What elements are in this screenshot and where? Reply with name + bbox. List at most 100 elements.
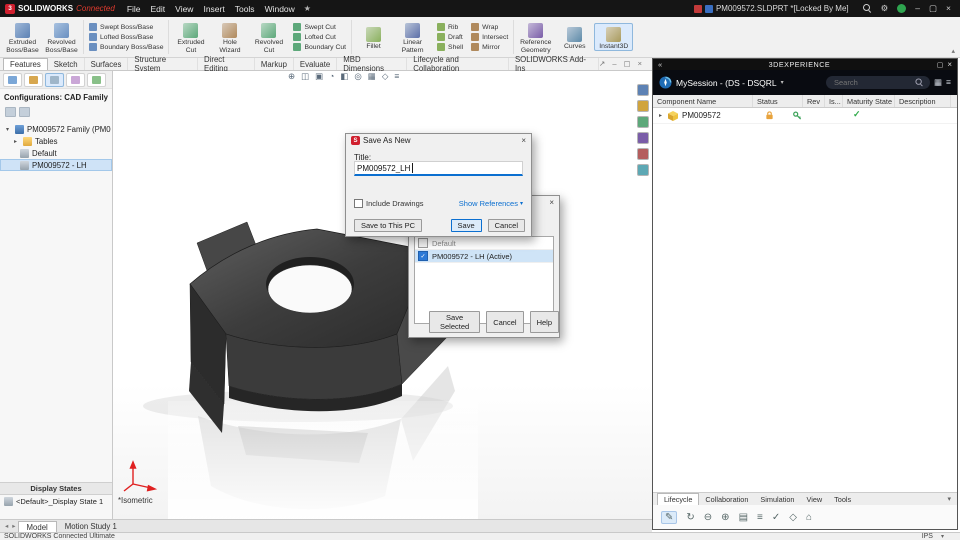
panel-tab[interactable]: Simulation <box>754 493 800 505</box>
panel-tab[interactable] <box>87 73 106 87</box>
ribbon-button[interactable]: Swept Boss/Base <box>89 23 163 31</box>
panel-maximize-icon[interactable]: ▢ <box>937 61 944 69</box>
lifecycle-tool-icon[interactable]: ◇ <box>789 512 797 523</box>
document-window-control-icon[interactable]: ↗ <box>599 59 605 68</box>
tree-item-tables[interactable]: ▸ Tables <box>0 135 112 147</box>
document-window-control-icon[interactable]: × <box>638 59 642 68</box>
ribbon-tab[interactable]: Direct Editing <box>198 58 255 70</box>
ribbon-tab[interactable]: Features <box>3 58 48 70</box>
column-header[interactable]: Rev <box>803 95 825 107</box>
model-tab[interactable]: Motion Study 1 <box>57 521 125 533</box>
ribbon-tab[interactable]: Lifecycle and Collaboration <box>407 58 509 70</box>
ribbon-button[interactable]: Draft <box>437 33 463 41</box>
grid-apps-icon[interactable]: ▦ <box>934 78 942 87</box>
ribbon-tab[interactable]: MBD Dimensions <box>337 58 407 70</box>
panel-tab[interactable] <box>24 73 43 87</box>
view-tool-icon[interactable]: ◫ <box>301 72 309 81</box>
collapse-panel-icon[interactable]: « <box>658 60 662 69</box>
ribbon-tab[interactable]: Evaluate <box>294 58 337 70</box>
display-state-item[interactable]: <Default>_Display State 1 <box>0 495 112 508</box>
ribbon-button[interactable]: Intersect <box>471 33 508 41</box>
ribbon-button[interactable]: Rib <box>437 23 463 31</box>
lifecycle-tool-icon[interactable]: ⌂ <box>806 512 812 523</box>
menu-icon[interactable]: ≡ <box>946 78 951 87</box>
save-selected-button[interactable]: Save Selected <box>429 311 480 333</box>
status-dropdown-icon[interactable]: ▾ <box>941 533 944 540</box>
search-box[interactable] <box>826 76 930 89</box>
configuration-list-item[interactable]: Default <box>415 237 553 250</box>
ribbon-tab[interactable]: Markup <box>255 58 294 70</box>
lifecycle-tool-icon[interactable]: ⊕ <box>721 512 729 523</box>
view-tool-icon[interactable]: ◧ <box>340 72 348 81</box>
panel-tab[interactable]: Tools <box>828 493 857 505</box>
close-icon[interactable]: × <box>549 199 554 207</box>
task-pane-tab-icon[interactable] <box>637 164 649 176</box>
column-header[interactable]: Description <box>895 95 951 107</box>
ribbon-collapse-icon[interactable]: ▴ <box>951 47 955 55</box>
cancel-button[interactable]: Cancel <box>486 311 523 333</box>
close-button[interactable]: × <box>946 4 951 13</box>
3dexperience-compass-icon[interactable] <box>659 76 672 89</box>
ribbon-button[interactable]: Boundary Boss/Base <box>89 43 163 51</box>
checkbox-checked[interactable]: ✓ <box>418 251 428 261</box>
task-pane-tab-icon[interactable] <box>637 148 649 160</box>
column-header[interactable]: Maturity State <box>843 95 895 107</box>
menu-item[interactable]: Insert <box>198 4 229 14</box>
model-tab[interactable]: Model <box>18 521 57 533</box>
task-pane-tab-icon[interactable] <box>637 84 649 96</box>
units-indicator[interactable]: IPS <box>922 533 933 540</box>
lifecycle-tool-icon[interactable]: ↻ <box>686 512 694 523</box>
include-drawings-option[interactable]: Include Drawings <box>354 199 424 208</box>
close-icon[interactable]: × <box>521 137 526 145</box>
expand-icon[interactable]: ▸ <box>14 138 20 145</box>
panel-tab[interactable] <box>66 73 85 87</box>
task-pane-tab-icon[interactable] <box>637 132 649 144</box>
show-references-link[interactable]: Show References ▾ <box>459 199 523 208</box>
panel-tab[interactable] <box>45 73 64 87</box>
ribbon-button[interactable]: Extruded Cut <box>171 19 210 55</box>
tree-item-active-config[interactable]: PM009572 - LH <box>0 159 112 171</box>
view-tool-icon[interactable]: ⊕ <box>288 72 295 81</box>
ribbon-button[interactable]: Revolved Boss/Base <box>42 19 81 55</box>
tree-item-family[interactable]: ▾ PM009572 Family (PM009572 - LH... <box>0 123 112 135</box>
panel-close-icon[interactable]: × <box>947 60 952 69</box>
menu-item[interactable]: Tools <box>230 4 260 14</box>
component-row[interactable]: ▸ PM009572 ✓ <box>653 108 957 124</box>
lifecycle-tool-icon[interactable]: ⊖ <box>704 512 712 523</box>
expand-icon[interactable]: ▸ <box>659 112 665 119</box>
ribbon-tab[interactable]: Sketch <box>48 58 85 70</box>
gear-icon[interactable]: ⚙ <box>881 4 889 13</box>
ribbon-button[interactable]: Reference Geometry <box>516 19 555 55</box>
session-title[interactable]: MySession - (DS - DSQRL <box>676 78 777 88</box>
ribbon-button[interactable]: Lofted Cut <box>293 33 346 41</box>
search-icon[interactable] <box>915 78 923 86</box>
menu-item[interactable]: Edit <box>146 4 171 14</box>
view-tool-icon[interactable]: ▦ <box>368 72 376 81</box>
view-tool-icon[interactable]: ≡ <box>394 72 399 81</box>
ribbon-button[interactable]: Extruded Boss/Base <box>3 19 42 55</box>
ribbon-button[interactable]: Wrap <box>471 23 508 31</box>
column-header[interactable]: Component Name <box>653 95 753 107</box>
tabs-overflow-icon[interactable]: ▾ <box>947 495 957 505</box>
search-icon[interactable] <box>863 4 872 13</box>
ribbon-button[interactable]: Boundary Cut <box>293 43 346 51</box>
view-tool-icon[interactable]: ◔ <box>329 72 334 81</box>
user-avatar[interactable] <box>897 4 906 13</box>
checkbox-unchecked[interactable] <box>354 199 363 208</box>
ribbon-button[interactable]: Linear Pattern <box>393 19 432 55</box>
ribbon-button[interactable]: Revolved Cut <box>249 19 288 55</box>
favorites-icon[interactable]: ★ <box>300 4 315 13</box>
ribbon-tab[interactable]: Structure System <box>128 58 198 70</box>
tree-filter-icon[interactable] <box>5 107 16 117</box>
lifecycle-tool-icon[interactable]: ▤ <box>739 512 748 523</box>
column-header[interactable]: Is... <box>825 95 843 107</box>
ribbon-button[interactable]: Swept Cut <box>293 23 346 31</box>
checkbox-unchecked[interactable] <box>418 238 428 248</box>
maximize-button[interactable]: ▢ <box>929 4 937 13</box>
column-header[interactable]: Status <box>753 95 803 107</box>
tab-scroll-left-icon[interactable]: ◂ <box>3 522 10 530</box>
menu-item[interactable]: File <box>122 4 146 14</box>
lifecycle-tool-icon[interactable]: ✓ <box>772 512 780 523</box>
menu-item[interactable]: View <box>170 4 198 14</box>
ribbon-button[interactable]: Mirror <box>471 43 508 51</box>
